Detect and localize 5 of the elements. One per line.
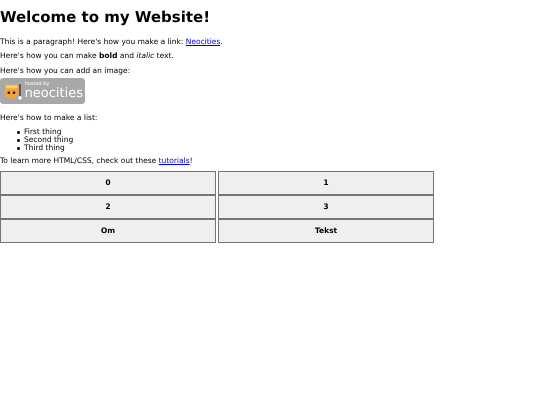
bullet-icon — [17, 146, 20, 150]
bullet-icon — [17, 138, 20, 142]
bullet-icon — [17, 130, 20, 134]
badge-wordmark: neocities — [24, 87, 83, 100]
page-heading: Welcome to my Website! — [0, 7, 212, 26]
